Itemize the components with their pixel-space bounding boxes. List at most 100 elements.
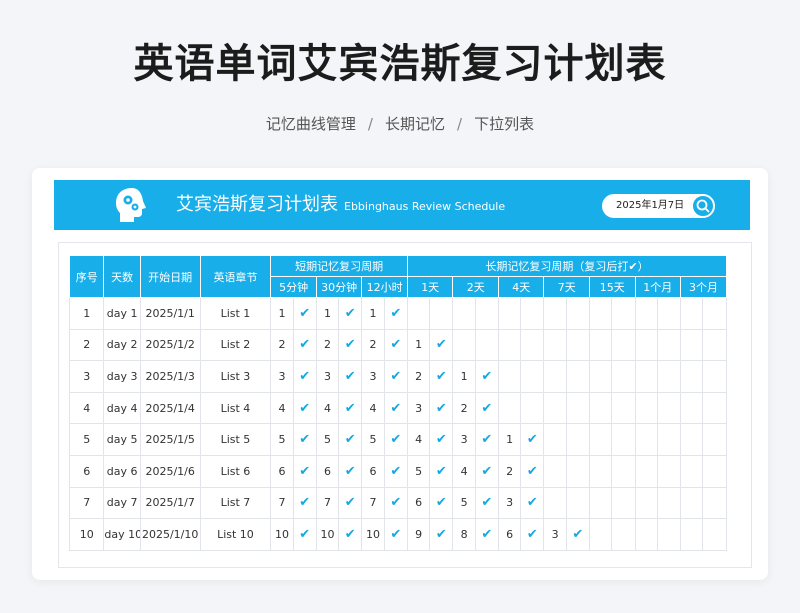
review-count-cell[interactable] — [588, 454, 613, 488]
review-count-cell[interactable] — [634, 454, 658, 488]
review-count-cell[interactable]: 2 — [270, 328, 294, 362]
review-count-cell[interactable] — [634, 297, 658, 330]
review-count-cell[interactable]: 5 — [452, 486, 476, 520]
review-check-cell[interactable]: ✔ — [520, 486, 545, 520]
review-check-cell[interactable] — [520, 391, 545, 425]
review-count-cell[interactable]: 5 — [361, 423, 385, 456]
review-check-cell[interactable]: ✔ — [292, 328, 317, 362]
review-check-cell[interactable] — [656, 391, 682, 425]
review-count-cell[interactable]: 3 — [270, 360, 294, 393]
review-check-cell[interactable]: ✔ — [292, 423, 317, 456]
review-count-cell[interactable]: 10 — [270, 518, 294, 551]
review-check-cell[interactable]: ✔ — [383, 360, 408, 393]
review-count-cell[interactable]: 5 — [315, 423, 340, 456]
review-check-cell[interactable]: ✔ — [292, 297, 317, 330]
review-count-cell[interactable]: 3 — [406, 391, 431, 425]
review-count-cell[interactable] — [543, 391, 567, 425]
review-count-cell[interactable]: 2 — [361, 328, 385, 362]
review-check-cell[interactable]: ✔ — [429, 454, 454, 488]
review-check-cell[interactable]: ✔ — [338, 328, 363, 362]
review-check-cell[interactable] — [611, 391, 636, 425]
review-count-cell[interactable]: 5 — [406, 454, 431, 488]
review-count-cell[interactable] — [588, 486, 613, 520]
review-check-cell[interactable] — [565, 423, 591, 456]
review-check-cell[interactable] — [611, 297, 636, 330]
review-check-cell[interactable] — [702, 486, 727, 520]
review-check-cell[interactable] — [656, 518, 682, 551]
review-count-cell[interactable]: 1 — [315, 297, 340, 330]
review-check-cell[interactable]: ✔ — [338, 423, 363, 456]
review-count-cell[interactable] — [497, 297, 522, 330]
review-check-cell[interactable] — [565, 391, 591, 425]
search-icon[interactable] — [691, 194, 715, 218]
review-check-cell[interactable]: ✔ — [474, 486, 499, 520]
review-check-cell[interactable]: ✔ — [474, 391, 499, 425]
review-count-cell[interactable]: 7 — [361, 486, 385, 520]
review-check-cell[interactable] — [474, 297, 499, 330]
review-count-cell[interactable] — [452, 328, 476, 362]
review-count-cell[interactable]: 4 — [361, 391, 385, 425]
review-count-cell[interactable]: 7 — [315, 486, 340, 520]
review-check-cell[interactable] — [520, 360, 545, 393]
review-check-cell[interactable]: ✔ — [292, 518, 317, 551]
review-count-cell[interactable]: 2 — [497, 454, 522, 488]
review-check-cell[interactable] — [520, 297, 545, 330]
review-count-cell[interactable] — [497, 391, 522, 425]
review-count-cell[interactable]: 5 — [270, 423, 294, 456]
review-count-cell[interactable]: 4 — [406, 423, 431, 456]
review-check-cell[interactable]: ✔ — [429, 360, 454, 393]
review-check-cell[interactable] — [656, 297, 682, 330]
review-check-cell[interactable]: ✔ — [474, 454, 499, 488]
review-check-cell[interactable] — [702, 360, 727, 393]
review-check-cell[interactable] — [611, 486, 636, 520]
review-check-cell[interactable] — [611, 360, 636, 393]
review-check-cell[interactable]: ✔ — [383, 486, 408, 520]
review-check-cell[interactable] — [656, 486, 682, 520]
review-check-cell[interactable]: ✔ — [429, 518, 454, 551]
review-count-cell[interactable]: 3 — [497, 486, 522, 520]
review-check-cell[interactable]: ✔ — [565, 518, 591, 551]
review-check-cell[interactable] — [611, 328, 636, 362]
review-check-cell[interactable]: ✔ — [338, 454, 363, 488]
review-check-cell[interactable]: ✔ — [338, 518, 363, 551]
review-check-cell[interactable] — [611, 454, 636, 488]
review-count-cell[interactable] — [680, 328, 704, 362]
review-count-cell[interactable] — [634, 360, 658, 393]
review-count-cell[interactable]: 10 — [315, 518, 340, 551]
review-check-cell[interactable] — [611, 518, 636, 551]
review-check-cell[interactable] — [565, 360, 591, 393]
review-check-cell[interactable] — [429, 297, 454, 330]
review-count-cell[interactable]: 8 — [452, 518, 476, 551]
review-count-cell[interactable] — [634, 423, 658, 456]
review-count-cell[interactable]: 7 — [270, 486, 294, 520]
review-count-cell[interactable]: 4 — [270, 391, 294, 425]
review-count-cell[interactable] — [497, 328, 522, 362]
review-count-cell[interactable] — [588, 518, 613, 551]
review-check-cell[interactable]: ✔ — [338, 486, 363, 520]
review-check-cell[interactable]: ✔ — [429, 423, 454, 456]
review-check-cell[interactable] — [656, 360, 682, 393]
review-count-cell[interactable]: 1 — [361, 297, 385, 330]
review-count-cell[interactable] — [680, 360, 704, 393]
review-check-cell[interactable]: ✔ — [338, 391, 363, 425]
review-check-cell[interactable]: ✔ — [429, 391, 454, 425]
review-count-cell[interactable]: 3 — [315, 360, 340, 393]
review-check-cell[interactable] — [474, 328, 499, 362]
review-check-cell[interactable]: ✔ — [292, 360, 317, 393]
review-count-cell[interactable]: 3 — [452, 423, 476, 456]
review-check-cell[interactable]: ✔ — [383, 423, 408, 456]
review-count-cell[interactable]: 2 — [452, 391, 476, 425]
review-count-cell[interactable]: 3 — [361, 360, 385, 393]
review-check-cell[interactable] — [565, 486, 591, 520]
review-count-cell[interactable] — [588, 328, 613, 362]
review-check-cell[interactable]: ✔ — [520, 454, 545, 488]
review-count-cell[interactable] — [680, 518, 704, 551]
review-check-cell[interactable]: ✔ — [474, 518, 499, 551]
review-check-cell[interactable]: ✔ — [520, 518, 545, 551]
review-count-cell[interactable]: 1 — [497, 423, 522, 456]
review-count-cell[interactable] — [588, 297, 613, 330]
review-count-cell[interactable]: 2 — [315, 328, 340, 362]
review-check-cell[interactable] — [702, 328, 727, 362]
review-count-cell[interactable]: 1 — [270, 297, 294, 330]
review-check-cell[interactable]: ✔ — [429, 328, 454, 362]
